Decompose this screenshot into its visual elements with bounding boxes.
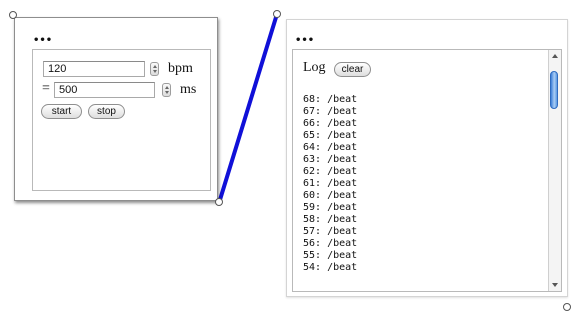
log-line: 58: /beat (303, 214, 358, 225)
stop-button[interactable]: stop (88, 104, 125, 119)
metronome-patch-window[interactable]: ••• 120 bpm = 500 ms start stop (14, 17, 218, 201)
bpm-stepper[interactable] (150, 62, 159, 76)
connection-start-handle[interactable] (273, 10, 281, 18)
patch-menu-dots[interactable]: ••• (33, 36, 52, 46)
log-line: 66: /beat (303, 118, 358, 129)
bpm-input[interactable]: 120 (43, 61, 145, 77)
log-line: 55: /beat (303, 250, 358, 261)
metronome-panel: 120 bpm = 500 ms start stop (32, 49, 211, 191)
log-line: 59: /beat (303, 202, 358, 213)
connection-end-handle[interactable] (215, 198, 223, 206)
scroll-down-arrow-icon[interactable] (552, 283, 558, 287)
log-output: 68: /beat 67: /beat 66: /beat 65: /beat 64: … (303, 94, 543, 288)
log-line: 63: /beat (303, 154, 358, 165)
ms-input[interactable]: 500 (54, 82, 155, 98)
log-line: 68: /beat (303, 94, 358, 105)
log-line: 56: /beat (303, 238, 358, 249)
left-patch-resize-handle[interactable] (9, 11, 17, 19)
ms-unit-label: ms (180, 82, 197, 97)
bpm-unit-label: bpm (168, 61, 193, 76)
patch-menu-dots[interactable]: ••• (295, 36, 314, 46)
equals-sign: = (42, 81, 50, 96)
log-line: 65: /beat (303, 130, 358, 141)
ms-stepper[interactable] (162, 83, 171, 97)
start-button[interactable]: start (41, 104, 82, 119)
log-title: Log (303, 60, 326, 75)
log-line: 67: /beat (303, 106, 358, 117)
log-panel: Log clear 68: /beat 67: /beat 66: /beat 65:… (292, 49, 562, 292)
scroll-up-arrow-icon[interactable] (552, 54, 558, 58)
log-line: 64: /beat (303, 142, 358, 153)
log-line: 57: /beat (303, 226, 358, 237)
clear-button[interactable]: clear (334, 62, 371, 77)
log-scrollbar[interactable] (548, 50, 561, 291)
log-line: 54: /beat (303, 262, 358, 273)
log-line: 61: /beat (303, 178, 358, 189)
log-line: 60: /beat (303, 190, 358, 201)
log-patch-window[interactable]: ••• Log clear 68: /beat 67: /beat 66: /bea… (286, 19, 568, 297)
log-line: 62: /beat (303, 166, 358, 177)
scroll-thumb[interactable] (550, 70, 558, 109)
right-patch-resize-handle[interactable] (563, 303, 571, 311)
